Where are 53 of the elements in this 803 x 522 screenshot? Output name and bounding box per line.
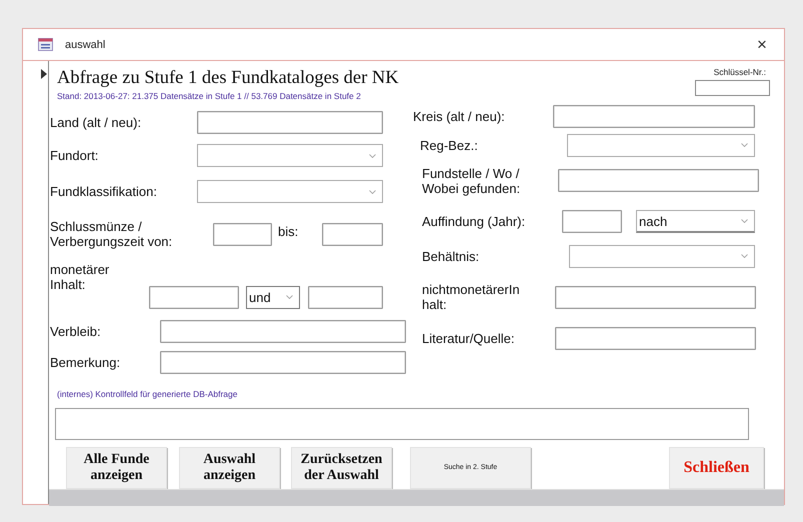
input-field[interactable] xyxy=(562,210,622,233)
form-button[interactable]: Zurücksetzen der Auswahl xyxy=(291,447,392,489)
field-label: Literatur/Quelle: xyxy=(421,330,516,346)
combo-box[interactable] xyxy=(569,244,755,268)
close-icon[interactable]: × xyxy=(746,34,778,54)
field-label: Fundort: xyxy=(50,148,100,163)
field-label: Fundstelle / Wo / Wobei gefunden: xyxy=(421,166,522,196)
input-field[interactable] xyxy=(553,104,755,128)
field-label: Verbleib: xyxy=(50,324,102,338)
input-field[interactable] xyxy=(197,110,383,134)
combo-box[interactable] xyxy=(197,180,383,203)
field-label: monetärer Inhalt: xyxy=(50,262,110,292)
close-button[interactable]: Schließen xyxy=(669,447,764,489)
field-label: Land (alt / neu): xyxy=(50,114,142,130)
field-label: Schlussmünze / Verbergungszeit von: xyxy=(50,219,174,249)
field-label: Kreis (alt / neu): xyxy=(413,108,506,124)
combo-box[interactable] xyxy=(567,134,755,156)
field-label: Auffindung (Jahr): xyxy=(421,214,526,229)
window-title: auswahl xyxy=(65,38,106,50)
field-label: Fundklassifikation: xyxy=(50,184,158,199)
input-field[interactable] xyxy=(558,169,759,192)
chevron-down-icon xyxy=(286,295,293,299)
form-button[interactable]: Auswahl anzeigen xyxy=(179,447,280,489)
input-field[interactable] xyxy=(160,320,406,342)
field-label: nichtmonetärerIn halt: xyxy=(421,282,521,312)
chevron-down-icon xyxy=(741,143,748,147)
chevron-down-icon xyxy=(369,154,376,158)
field-label: Behältnis: xyxy=(421,248,480,264)
input-field[interactable] xyxy=(308,286,383,308)
chevron-down-icon xyxy=(369,190,376,194)
input-field[interactable] xyxy=(160,350,406,374)
combo-box[interactable]: nach xyxy=(636,210,755,233)
input-field[interactable] xyxy=(555,326,756,350)
field-label: Bemerkung: xyxy=(50,354,122,370)
record-selector-icon xyxy=(41,69,47,79)
combo-box[interactable]: und xyxy=(246,286,300,308)
form-button[interactable]: Alle Funde anzeigen xyxy=(66,447,167,489)
input-field[interactable] xyxy=(149,286,239,308)
query-field[interactable] xyxy=(55,408,749,440)
field-label: bis: xyxy=(277,224,300,238)
chevron-down-icon xyxy=(741,254,748,258)
combo-box[interactable] xyxy=(197,144,383,167)
key-field[interactable] xyxy=(695,80,770,96)
field-label: Reg-Bez.: xyxy=(419,138,479,152)
input-field[interactable] xyxy=(555,286,756,308)
form-title: Abfrage zu Stufe 1 des Fundkataloges der NK xyxy=(57,67,399,89)
input-field[interactable] xyxy=(322,222,383,246)
chevron-down-icon xyxy=(741,219,748,223)
form-icon xyxy=(38,38,53,51)
key-label: Schlüssel-Nr.: xyxy=(714,67,766,77)
input-field[interactable] xyxy=(213,222,272,246)
query-field-label: (internes) Kontrollfeld für generierte DB-Abfrage xyxy=(57,389,238,399)
record-count-note: Stand: 2013-06-27: 21.375 Datensätze in Stufe 1 // 53.769 Datensätze in Stufe 2 xyxy=(57,91,362,101)
